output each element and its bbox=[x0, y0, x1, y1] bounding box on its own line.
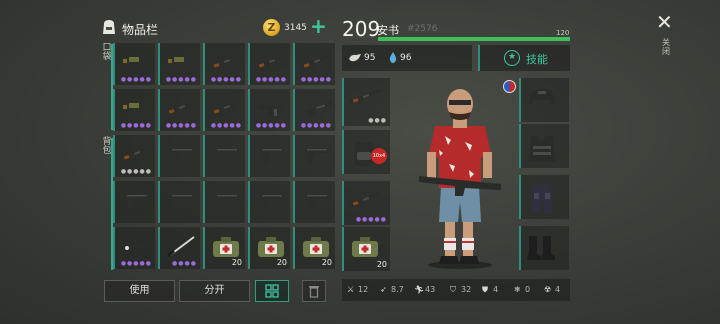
rarity-dots: ●●●●● bbox=[120, 168, 152, 175]
rarity-dots: ●●●●● bbox=[165, 122, 197, 129]
use-button[interactable]: 使用 bbox=[104, 280, 175, 302]
add-coins-button[interactable]: + bbox=[310, 16, 327, 36]
stat-value: 12 bbox=[358, 285, 369, 294]
inventory-slot[interactable] bbox=[158, 181, 200, 223]
xp-value: 120 bbox=[556, 29, 570, 37]
equipped-slot[interactable]: ●●● bbox=[342, 78, 390, 126]
item-quantity: 20 bbox=[231, 258, 242, 267]
inventory-slot[interactable] bbox=[113, 181, 155, 223]
armor-slot[interactable] bbox=[519, 78, 569, 122]
character-id: #2576 bbox=[407, 24, 438, 34]
inventory-slot[interactable]: 20 bbox=[203, 227, 245, 269]
backpack-icon bbox=[103, 20, 115, 34]
armor-slot[interactable] bbox=[519, 175, 569, 219]
inventory-slot[interactable] bbox=[203, 181, 245, 223]
coin-count: 3145 bbox=[284, 23, 307, 33]
attack-speed-icon: ➶ bbox=[380, 285, 387, 294]
character-level: 209 bbox=[342, 17, 381, 41]
damage-icon: ⚔ bbox=[347, 285, 355, 294]
faction-icon[interactable] bbox=[503, 80, 516, 93]
trash-icon bbox=[309, 286, 319, 298]
rarity-dots: ●●● bbox=[368, 117, 387, 124]
inventory-title: 物品栏 bbox=[122, 23, 159, 37]
stat-value: 32 bbox=[461, 285, 472, 294]
trash-button[interactable] bbox=[302, 280, 326, 302]
hunger-value: 95 bbox=[364, 53, 376, 63]
inventory-slot[interactable]: ●●●●● bbox=[113, 135, 155, 177]
stat-value: 4 bbox=[555, 285, 561, 294]
inventory-slot[interactable]: ●●●●● bbox=[158, 43, 200, 85]
xp-bar-fill bbox=[378, 37, 570, 41]
character-name: 安书 bbox=[377, 24, 399, 37]
rarity-dots: ●●●●● bbox=[300, 76, 332, 83]
inventory-slot[interactable]: 20 bbox=[293, 227, 335, 269]
rarity-dots: ●●●●● bbox=[300, 122, 332, 129]
survival-stats-panel: 95 96 bbox=[342, 45, 472, 71]
stat-value: 0 bbox=[525, 285, 531, 294]
armor-slot[interactable] bbox=[519, 124, 569, 168]
rarity-dots: ●●●●● bbox=[120, 76, 152, 83]
equipped-slot[interactable]: 10x4 bbox=[342, 130, 390, 174]
inventory-slot[interactable] bbox=[248, 135, 290, 177]
stat-value: 4 bbox=[493, 285, 499, 294]
move-speed-icon: 🏃︎ bbox=[414, 285, 425, 294]
rarity-dots: ●●●● bbox=[172, 260, 197, 267]
inventory-slot[interactable]: ●●●●● bbox=[293, 89, 335, 131]
inventory-slot[interactable]: ●●●●● bbox=[293, 43, 335, 85]
inventory-slot[interactable]: ●●●●● bbox=[248, 43, 290, 85]
hunger-icon bbox=[349, 54, 361, 62]
inventory-slot[interactable] bbox=[158, 135, 200, 177]
inventory-slot[interactable]: ●●●●● bbox=[113, 227, 155, 269]
inventory-slot[interactable]: ●●●●● bbox=[158, 89, 200, 131]
inventory-slot[interactable] bbox=[293, 181, 335, 223]
inventory-slot[interactable]: ●●●●● bbox=[203, 89, 245, 131]
skills-button[interactable]: ★ 技能 bbox=[478, 45, 570, 71]
equipped-slot[interactable]: ●●●●● bbox=[342, 181, 390, 225]
close-button[interactable]: ✕ bbox=[656, 10, 673, 34]
thirst-icon bbox=[389, 52, 397, 63]
radiation-icon: ☢ bbox=[544, 285, 552, 294]
stat-value: 43 bbox=[425, 285, 436, 294]
armor-icon: ⛊ bbox=[482, 285, 488, 294]
split-button[interactable]: 分开 bbox=[179, 280, 250, 302]
inventory-slot[interactable]: ●●●●● bbox=[113, 89, 155, 131]
coin-icon: Z bbox=[263, 19, 280, 36]
character-model bbox=[419, 89, 501, 269]
rarity-dots: ●●●●● bbox=[210, 76, 242, 83]
rarity-dots: ●●●●● bbox=[210, 122, 242, 129]
inventory-slot[interactable]: ●●●●● bbox=[203, 43, 245, 85]
defense-icon: ⛉ bbox=[450, 285, 456, 294]
inventory-slot[interactable] bbox=[248, 181, 290, 223]
stat-value: 8.7 bbox=[391, 285, 404, 294]
rarity-dots: ●●●●● bbox=[165, 76, 197, 83]
rarity-dots: ●●●●● bbox=[120, 122, 152, 129]
inventory-slot[interactable]: ●●●● bbox=[158, 227, 200, 269]
equipped-slot[interactable]: 20 bbox=[342, 227, 390, 271]
grid-view-button[interactable] bbox=[255, 280, 289, 302]
inventory-slot[interactable]: ●●●●● bbox=[248, 89, 290, 131]
item-quantity: 20 bbox=[276, 258, 287, 267]
xp-bar bbox=[378, 37, 570, 41]
inventory-slot[interactable]: ●●●●● bbox=[113, 43, 155, 85]
armor-slot[interactable] bbox=[519, 226, 569, 270]
close-label: 关闭 bbox=[662, 38, 670, 56]
rarity-dots: ●●●●● bbox=[120, 260, 152, 267]
inventory-slot[interactable] bbox=[293, 135, 335, 177]
skills-label: 技能 bbox=[526, 53, 548, 66]
item-quantity: 20 bbox=[376, 260, 387, 269]
rarity-dots: ●●●●● bbox=[255, 76, 287, 83]
rarity-dots: ●●●●● bbox=[355, 216, 387, 223]
capacity-badge: 10x4 bbox=[371, 148, 387, 164]
cold-resist-icon: ❄ bbox=[514, 285, 521, 294]
inventory-slot[interactable] bbox=[203, 135, 245, 177]
inventory-slot[interactable]: 20 bbox=[248, 227, 290, 269]
combat-stats-bar: ⚔ 12 ➶ 8.7 🏃︎ 43 ⛉ 32 ⛊ 4 ❄ 0 ☢ 4 bbox=[342, 279, 570, 301]
star-icon: ★ bbox=[504, 50, 520, 66]
rarity-dots: ●●●●● bbox=[255, 122, 287, 129]
thirst-value: 96 bbox=[400, 53, 412, 63]
grid-view-icon bbox=[265, 284, 279, 298]
item-quantity: 20 bbox=[321, 258, 332, 267]
